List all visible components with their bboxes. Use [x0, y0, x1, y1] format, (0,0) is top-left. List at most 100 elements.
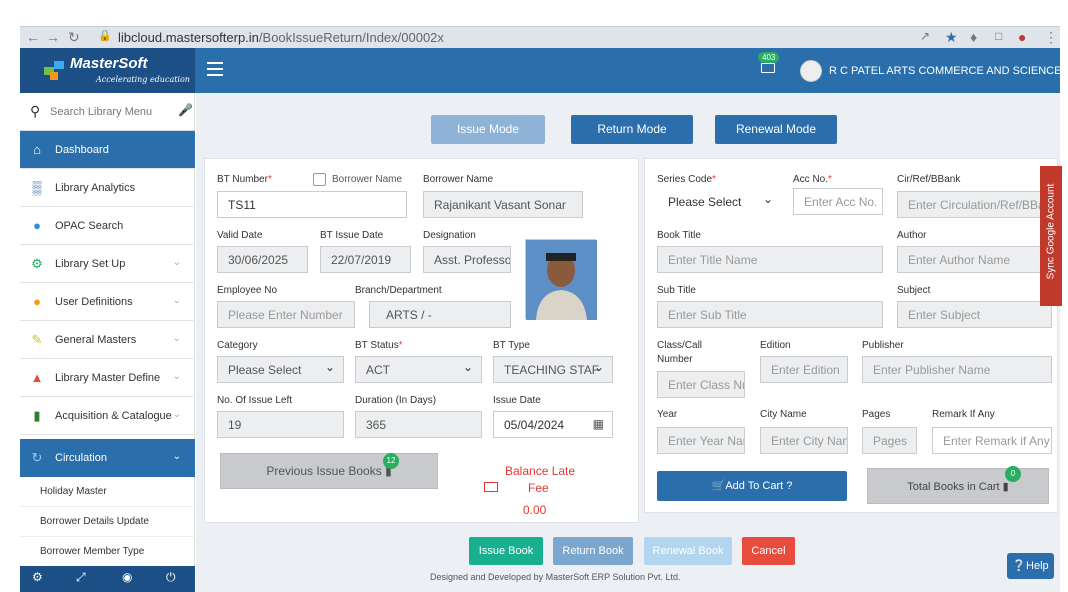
class-number-input[interactable]: Enter Class Nu — [668, 378, 744, 392]
borrower-name-checkbox[interactable] — [313, 173, 326, 186]
edition-input[interactable]: Enter Edition — [771, 363, 840, 377]
url-path: /BookIssueReturn/Index/00002x — [258, 30, 444, 45]
valid-date-field: 30/06/2025 — [217, 246, 308, 273]
total-books-in-cart-label: Total Books in Cart — [907, 481, 1000, 493]
cart-icon: 🛒 — [711, 480, 726, 492]
power-icon[interactable]: ⏻ — [166, 570, 176, 585]
total-books-in-cart-button[interactable]: Total Books in Cart ▮ — [867, 468, 1049, 504]
sidebar-item-label: Library Analytics — [55, 182, 136, 194]
sidebar-item-label: General Masters — [55, 334, 137, 346]
menu-toggle-icon[interactable] — [207, 62, 223, 76]
author-input[interactable]: Enter Author Name — [908, 253, 1010, 267]
sidebar-item-library-setup[interactable]: ⚙ Library Set Up ⌄ — [20, 245, 195, 283]
browser-menu-icon[interactable]: ⋮ — [1044, 29, 1058, 46]
cart-count-badge: 0 — [1005, 466, 1021, 482]
cir-ref-input[interactable]: Enter Circulation/Ref/BBank — [908, 198, 1056, 212]
pages-input[interactable]: Pages — [873, 434, 907, 448]
category-select[interactable]: Please Select — [217, 356, 344, 383]
bt-number-label: BT Number* — [217, 174, 272, 185]
acc-no-input[interactable]: Enter Acc No. — [804, 195, 877, 209]
sidebar-item-library-master-define[interactable]: ▲ Library Master Define ⌄ — [20, 359, 195, 397]
previous-issue-books-button[interactable]: Previous Issue Books ▮ — [220, 453, 438, 489]
sidebar-item-library-analytics[interactable]: ▒ Library Analytics — [20, 169, 195, 207]
borrower-name-field: Rajanikant Vasant Sonar — [423, 191, 583, 218]
remark-label: Remark If Any — [932, 409, 995, 420]
sidebar: ⚲ Search Library Menu 🎤 ⌂ Dashboard ▒ Libr… — [20, 93, 195, 592]
url-field[interactable]: libcloud.mastersofterp.in/BookIssueRetur… — [118, 27, 444, 49]
sidebar-item-user-definitions[interactable]: ● User Definitions ⌄ — [20, 283, 195, 321]
publisher-input[interactable]: Enter Publisher Name — [873, 363, 990, 377]
profile-icon[interactable]: ● — [1018, 29, 1026, 45]
search-input[interactable]: Search Library Menu — [50, 106, 152, 118]
book-title-input[interactable]: Enter Title Name — [668, 253, 757, 267]
series-code-select[interactable]: Please Select — [657, 188, 782, 215]
star-icon[interactable]: ★ — [945, 29, 958, 46]
sidebar-item-circulation[interactable]: ↻ Circulation ⌄ — [20, 439, 195, 477]
sidebar-item-dashboard[interactable]: ⌂ Dashboard — [20, 131, 195, 169]
fullscreen-icon[interactable]: ⤢ — [76, 570, 86, 585]
designation-label: Designation — [423, 230, 476, 241]
sidebar-item-label: User Definitions — [55, 296, 133, 308]
sidebar-subitem[interactable]: Holiday Master — [20, 477, 195, 507]
city-name-input[interactable]: Enter City Nan — [771, 434, 847, 448]
brand-logo[interactable]: MasterSoft Accelerating education — [20, 48, 195, 93]
sidebar-item-label: Library Master Define — [55, 372, 161, 384]
return-book-button[interactable]: Return Book — [553, 537, 633, 565]
bt-number-input[interactable]: TS11 — [217, 191, 407, 218]
mail-icon[interactable] — [761, 63, 775, 73]
home-icon: ⌂ — [33, 142, 41, 157]
year-label: Year — [657, 409, 678, 420]
reload-icon[interactable]: ↻ — [68, 29, 80, 46]
sidebar-item-general-masters[interactable]: ✎ General Masters ⌄ — [20, 321, 195, 359]
book-icon: ▮ — [1002, 481, 1009, 493]
branch-label: Branch/Department — [355, 285, 442, 296]
add-to-cart-label: Add To Cart ? — [725, 480, 793, 492]
renewal-book-button[interactable]: Renewal Book — [644, 537, 732, 565]
help-button[interactable]: ❔Help — [1007, 553, 1054, 579]
return-mode-button[interactable]: Return Mode — [571, 115, 693, 144]
back-icon[interactable]: ← — [26, 29, 40, 45]
chevron-down-icon: ⌄ — [172, 409, 181, 420]
sub-title-input[interactable]: Enter Sub Title — [668, 308, 747, 322]
city-name-label: City Name — [760, 409, 807, 420]
calendar-icon[interactable]: ▦ — [593, 417, 604, 431]
sidebar-item-label: Acquisition & Catalogue — [55, 410, 172, 422]
sidebar-item-acquisition[interactable]: ▮ Acquisition & Catalogue ⌄ — [20, 397, 195, 435]
microphone-icon[interactable]: 🎤 — [178, 103, 193, 117]
issue-book-button[interactable]: Issue Book — [469, 537, 543, 565]
user-avatar[interactable] — [800, 60, 822, 82]
share-icon[interactable]: ↗ — [920, 29, 930, 43]
sidebar-item-opac-search[interactable]: ● OPAC Search — [20, 207, 195, 245]
issue-date-input[interactable]: 05/04/2024 ▦ — [493, 411, 613, 438]
add-to-cart-button[interactable]: 🛒Add To Cart ? — [657, 471, 847, 501]
book-icon: ▮ — [33, 408, 41, 423]
remark-input[interactable]: Enter Remark if Any — [943, 434, 1050, 448]
sidepanel-icon[interactable]: □ — [995, 29, 1002, 43]
settings-icon[interactable]: ⚙ — [32, 570, 43, 584]
chevron-down-icon: ⌄ — [172, 333, 181, 344]
sync-google-account-tab[interactable]: Sync Google Account — [1040, 166, 1062, 306]
college-selector[interactable]: R C PATEL ARTS COMMERCE AND SCIENCE COLL… — [829, 64, 1068, 77]
sidebar-subitem[interactable]: Borrower Member Type — [20, 537, 195, 567]
edit-icon: ✎ — [31, 332, 43, 347]
gears-icon: ⚙ — [31, 256, 43, 271]
bt-status-select[interactable]: ACT — [355, 356, 482, 383]
forward-icon[interactable]: → — [46, 29, 60, 45]
class-call-label: Class/Call — [657, 340, 703, 351]
subject-input[interactable]: Enter Subject — [908, 308, 980, 322]
issue-mode-button[interactable]: Issue Mode — [431, 115, 545, 144]
sidebar-item-label: OPAC Search — [55, 220, 124, 232]
lock-screen-icon[interactable]: ◉ — [122, 570, 132, 584]
renewal-mode-button[interactable]: Renewal Mode — [715, 115, 837, 144]
edition-label: Edition — [760, 340, 791, 351]
sidebar-search[interactable]: ⚲ Search Library Menu 🎤 — [20, 93, 195, 131]
bt-type-select[interactable]: TEACHING STAF — [493, 356, 613, 383]
cancel-button[interactable]: Cancel — [742, 537, 795, 565]
extensions-icon[interactable]: ♦ — [970, 29, 977, 45]
main-content: Issue Mode Return Mode Renewal Mode BT N… — [196, 93, 1060, 592]
year-input[interactable]: Enter Year Nar — [668, 434, 744, 448]
chevron-down-icon: ⌄ — [172, 257, 181, 268]
sidebar-subitem[interactable]: Borrower Details Update — [20, 507, 195, 537]
bt-status-label-text: BT Status — [355, 340, 399, 351]
sidebar-subitem-label: Holiday Master — [40, 486, 107, 497]
